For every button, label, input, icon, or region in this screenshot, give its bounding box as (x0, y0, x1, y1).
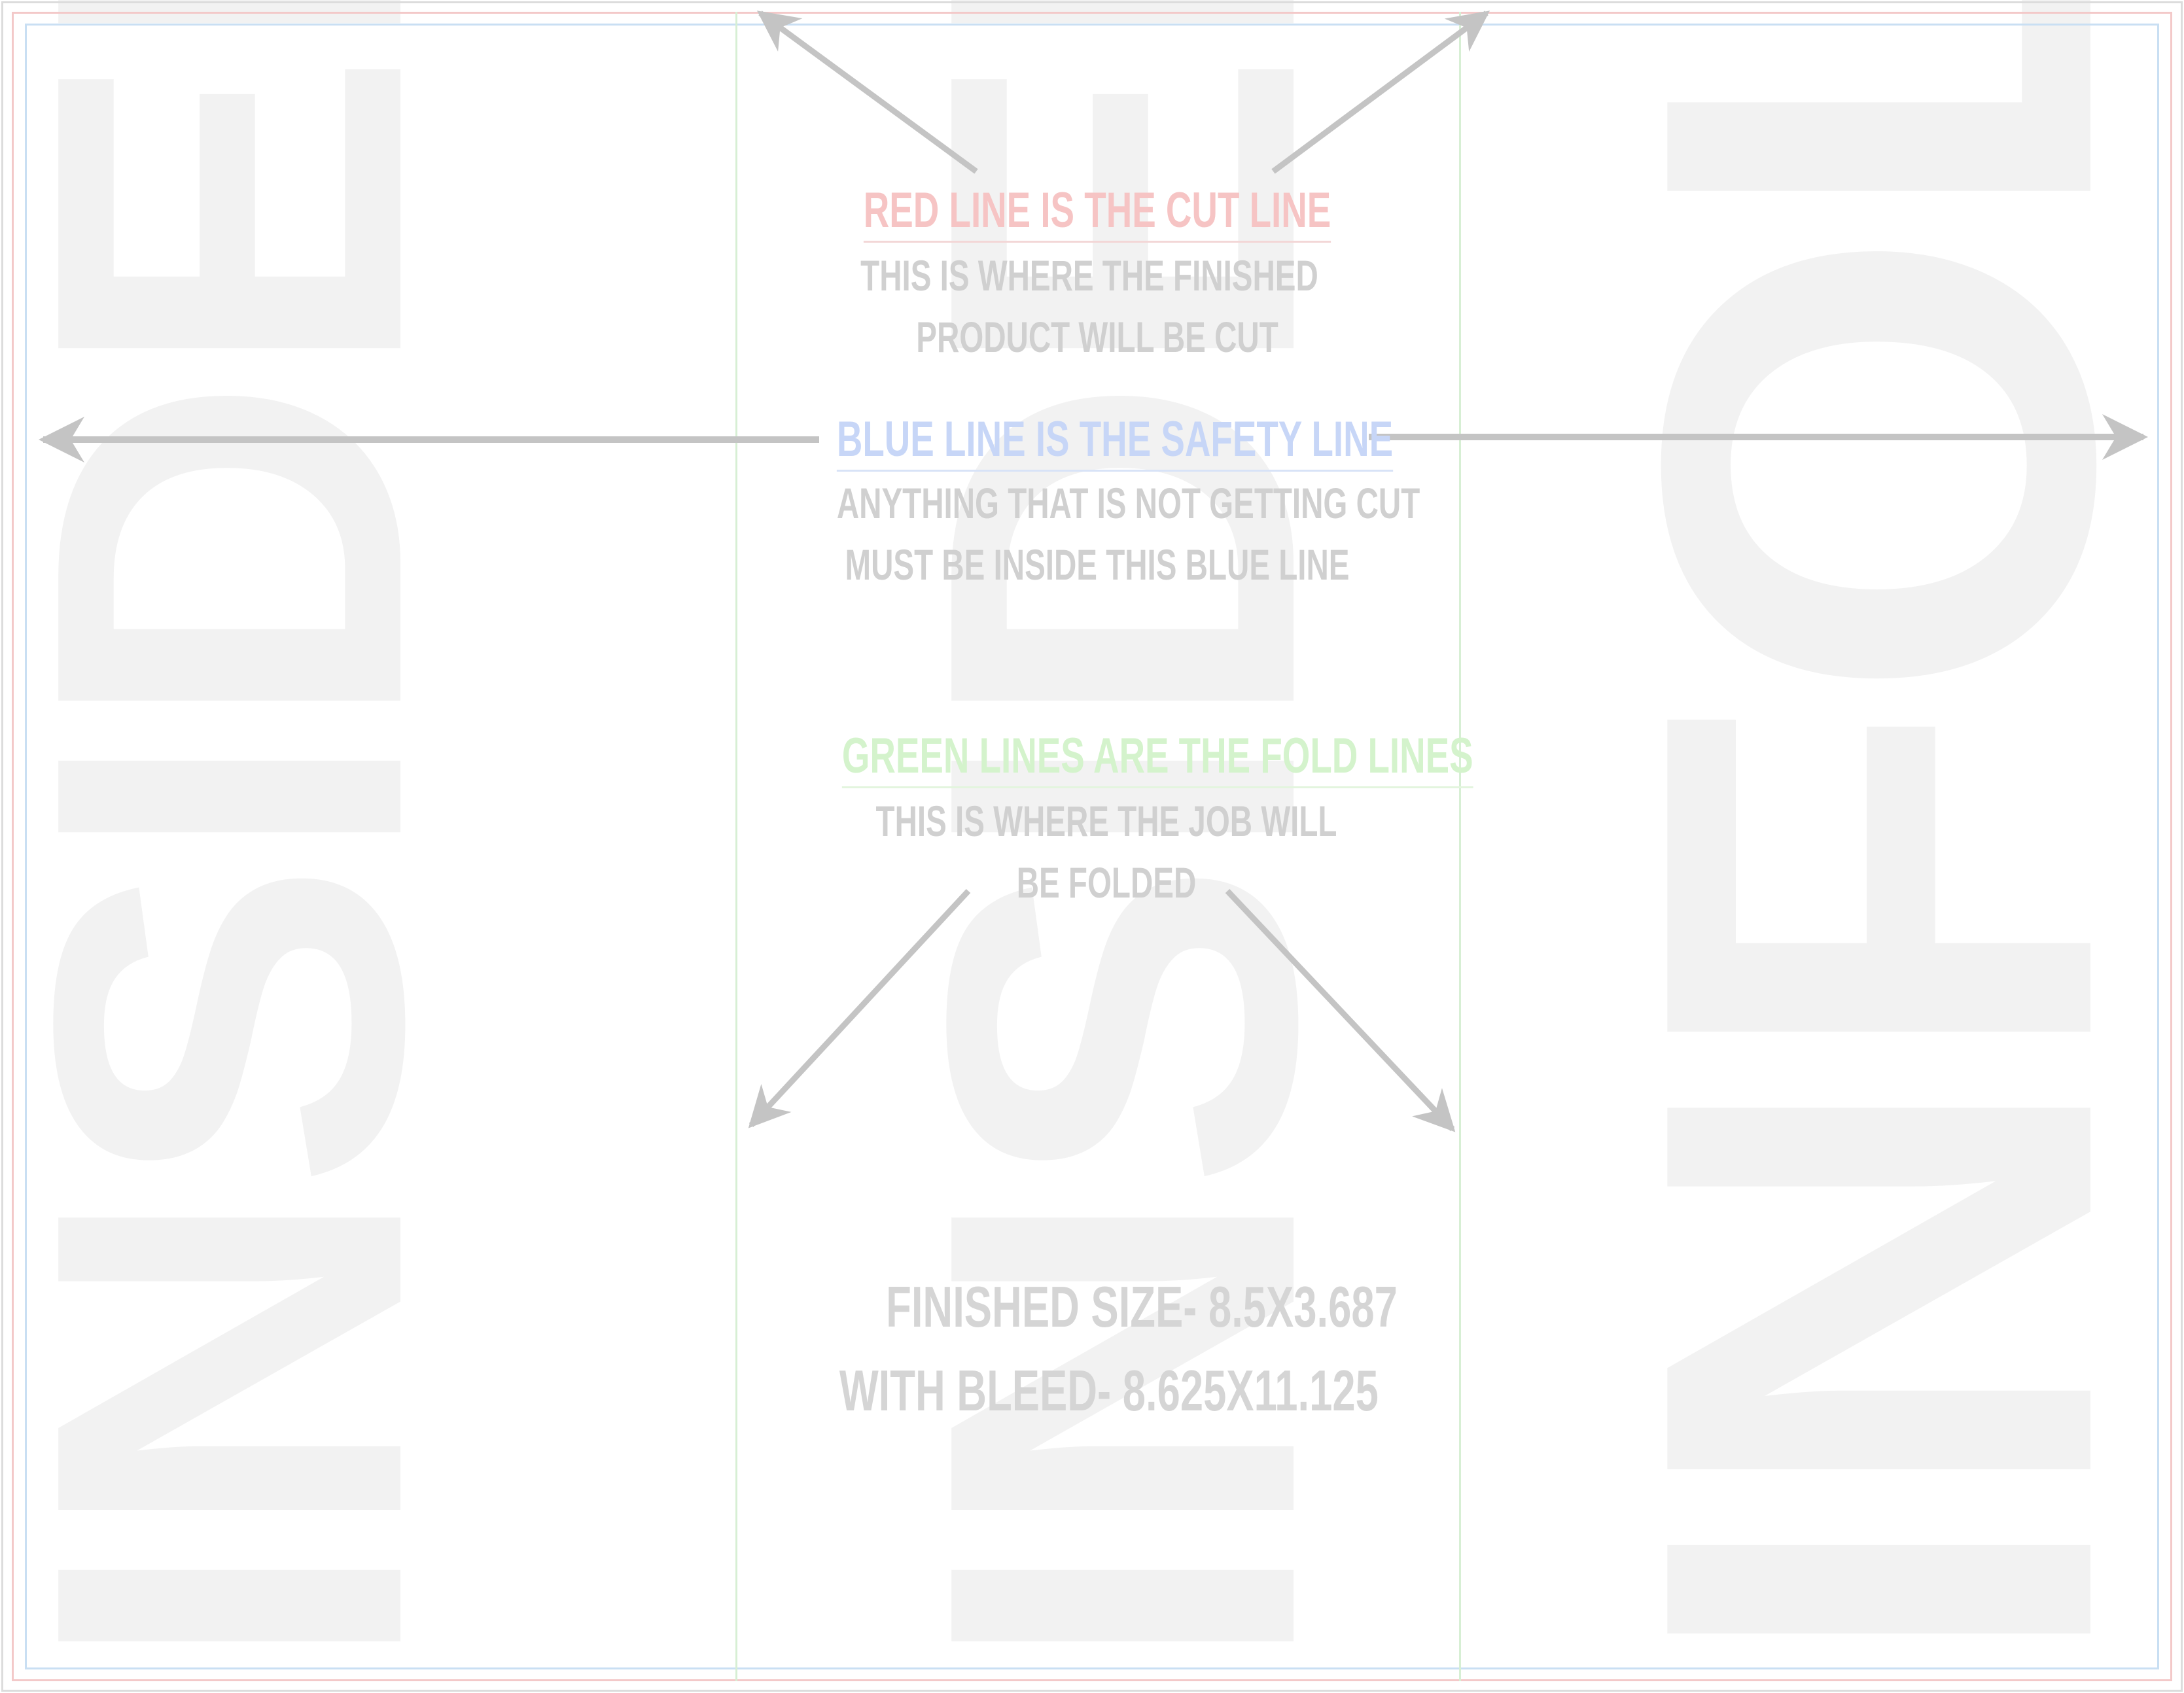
fold-line-description-2: BE FOLDED (1016, 858, 1197, 907)
safety-line-description-1: ANYTHING THAT IS NOT GETTING CUT (836, 479, 1420, 527)
brochure-template-page: INSIDEFR INSIDEBK INFOLD RED LINE IS THE… (0, 0, 2184, 1693)
safety-line-description-2: MUST BE INSIDE THIS BLUE LINE (845, 540, 1350, 589)
finished-size-label: FINISHED SIZE- 8.5X3.687 (886, 1274, 1398, 1339)
arrow-to-fold-left (748, 888, 971, 1128)
arrow-to-fold-right (1225, 888, 1456, 1132)
cut-line-description-2: PRODUCT WILL BE CUT (916, 313, 1278, 361)
cut-line-description-1: THIS IS WHERE THE FINISHED (860, 251, 1318, 300)
safety-line-heading: BLUE LINE IS THE SAFETY LINE (836, 411, 1394, 472)
arrow-to-cut-top-left (756, 10, 978, 174)
fold-line-heading: GREEN LINES ARE THE FOLD LINES (841, 728, 1473, 788)
bleed-size-label: WITH BLEED- 8.625X11.125 (839, 1358, 1379, 1423)
cut-line-heading: RED LINE IS THE CUT LINE (837, 183, 1358, 243)
fold-line-description-1: THIS IS WHERE THE JOB WILL (875, 797, 1337, 845)
arrow-to-cut-top-right (1271, 10, 1490, 174)
